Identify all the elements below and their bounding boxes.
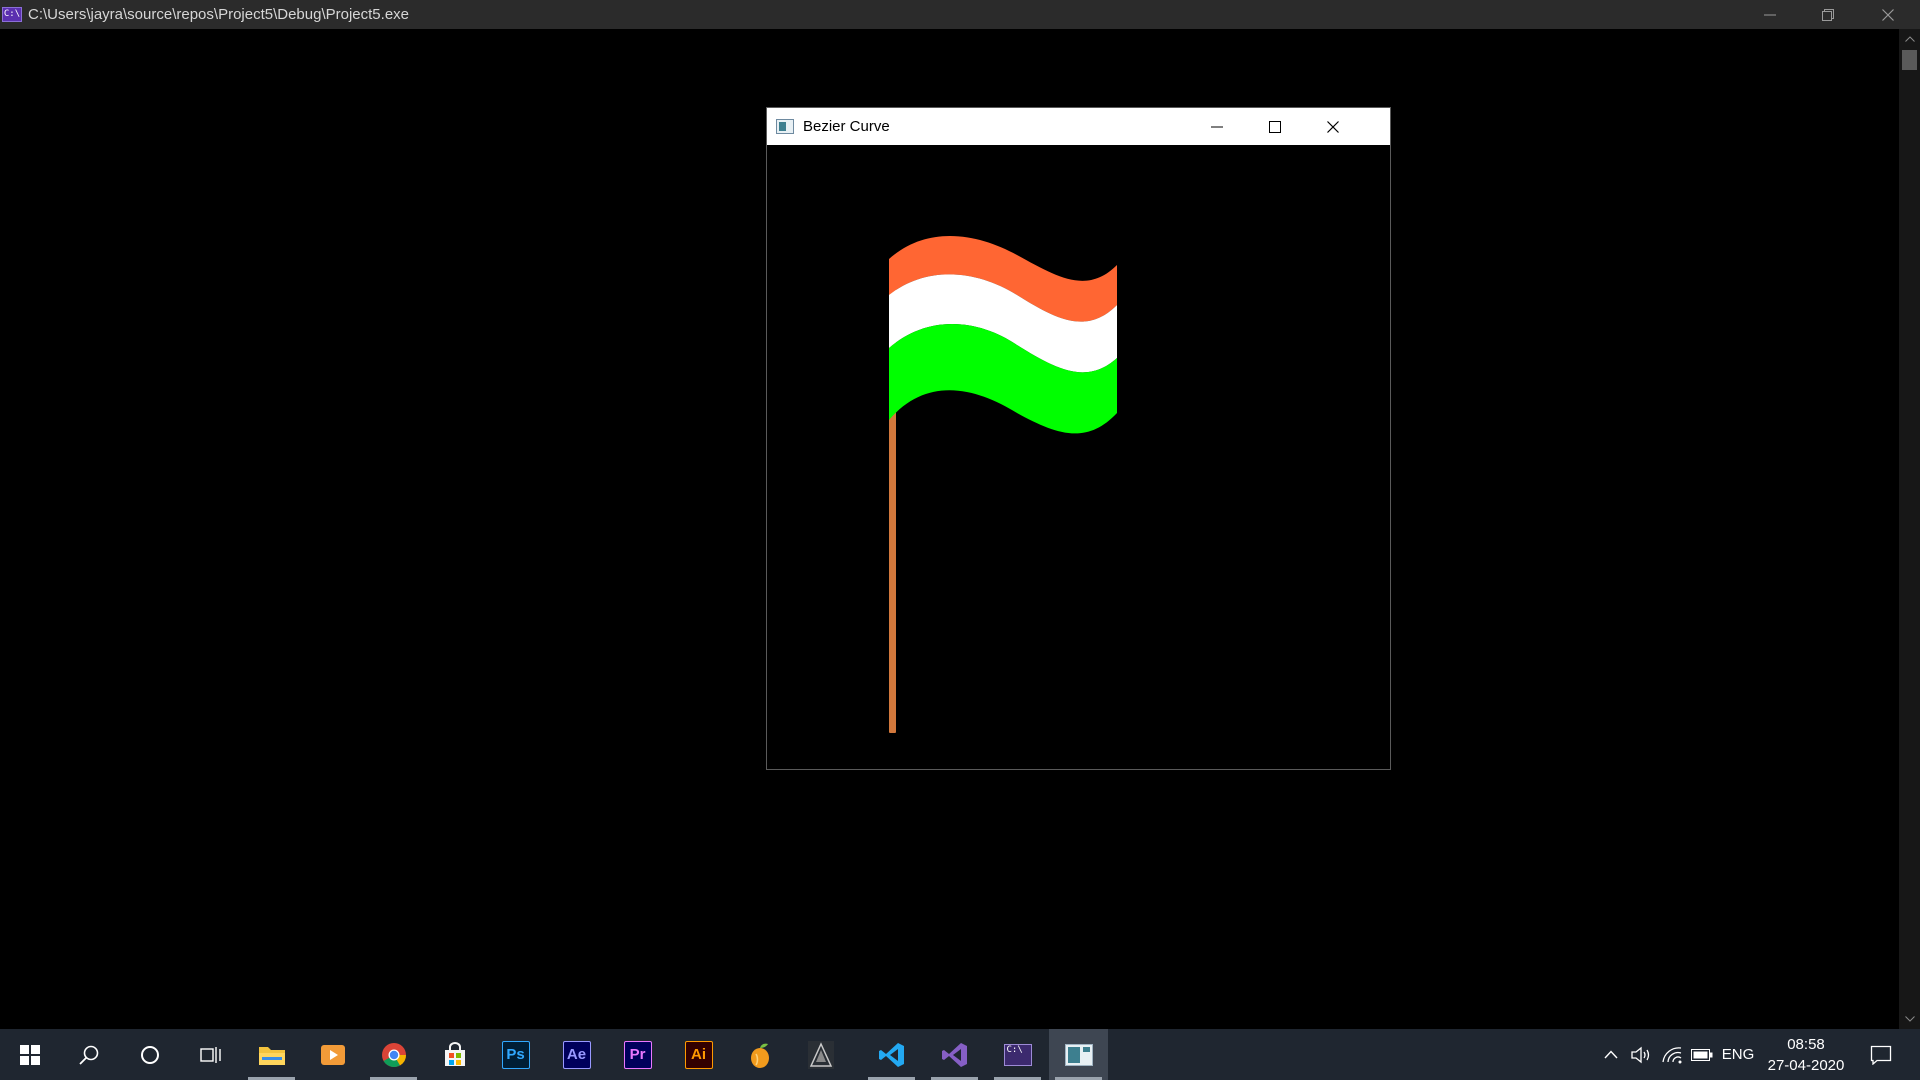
task-view-button[interactable] xyxy=(181,1029,240,1080)
bezier-title-bar[interactable]: Bezier Curve xyxy=(767,108,1390,145)
taskbar-app-visual-studio[interactable] xyxy=(925,1029,984,1080)
premiere-pro-icon: Pr xyxy=(623,1040,652,1069)
after-effects-icon: Ae xyxy=(562,1040,591,1069)
game-launcher-icon xyxy=(807,1040,834,1069)
clock-time: 08:58 xyxy=(1787,1036,1825,1053)
fruit-icon xyxy=(750,1043,769,1068)
minimize-button[interactable] xyxy=(1742,0,1798,29)
bezier-curve-window[interactable]: Bezier Curve xyxy=(766,107,1391,770)
flag-drawing xyxy=(889,235,1117,733)
battery-button[interactable] xyxy=(1688,1029,1716,1080)
vs-code-icon xyxy=(878,1042,904,1067)
cortana-icon xyxy=(140,1045,159,1064)
close-icon xyxy=(1327,120,1339,133)
app-window-icon xyxy=(1064,1043,1093,1066)
scroll-down-button[interactable] xyxy=(1899,1009,1920,1029)
task-view-icon xyxy=(199,1046,221,1063)
store-icon xyxy=(444,1041,465,1066)
close-button[interactable] xyxy=(1304,108,1362,145)
minimize-icon xyxy=(1211,126,1223,127)
restore-icon xyxy=(1822,8,1834,21)
app-window-icon xyxy=(776,119,794,134)
restore-button[interactable] xyxy=(1800,0,1856,29)
close-button[interactable] xyxy=(1860,0,1916,29)
taskbar-app-fl-studio[interactable] xyxy=(730,1029,789,1080)
minimize-icon xyxy=(1764,14,1776,15)
input-language-button[interactable]: ENG xyxy=(1718,1029,1758,1080)
taskbar-app-photoshop[interactable]: Ps xyxy=(486,1029,545,1080)
maximize-button[interactable] xyxy=(1246,108,1304,145)
show-hidden-icons-button[interactable] xyxy=(1599,1029,1623,1080)
action-center-button[interactable] xyxy=(1862,1029,1900,1080)
chrome-icon xyxy=(381,1042,406,1067)
bezier-window-title: Bezier Curve xyxy=(803,118,890,135)
taskbar-app-microsoft-store[interactable] xyxy=(425,1029,484,1080)
bezier-canvas xyxy=(767,145,1390,769)
taskbar-app-premiere-pro[interactable]: Pr xyxy=(608,1029,667,1080)
chevron-up-icon xyxy=(1604,1050,1618,1059)
illustrator-icon: Ai xyxy=(684,1040,713,1069)
windows-logo-icon xyxy=(19,1044,40,1065)
speaker-icon xyxy=(1631,1046,1650,1063)
scrollbar-thumb[interactable] xyxy=(1902,50,1917,70)
taskbar-app-after-effects[interactable]: Ae xyxy=(547,1029,606,1080)
notification-icon xyxy=(1870,1045,1892,1065)
taskbar-app-game-launcher[interactable] xyxy=(791,1029,850,1080)
network-button[interactable] xyxy=(1658,1029,1686,1080)
clock-date: 27-04-2020 xyxy=(1767,1057,1845,1074)
minimize-button[interactable] xyxy=(1188,108,1246,145)
console-app-icon: C:\ xyxy=(1003,1043,1032,1066)
media-player-icon xyxy=(320,1044,345,1065)
battery-icon xyxy=(1691,1048,1713,1061)
taskbar-app-vs-code[interactable] xyxy=(862,1029,921,1080)
maximize-icon xyxy=(1269,120,1281,133)
taskbar-app-file-explorer[interactable] xyxy=(242,1029,301,1080)
taskbar-app-illustrator[interactable]: Ai xyxy=(669,1029,728,1080)
vertical-scrollbar[interactable] xyxy=(1899,29,1920,1029)
search-button[interactable] xyxy=(59,1029,118,1080)
photoshop-icon: Ps xyxy=(501,1040,530,1069)
scroll-up-button[interactable] xyxy=(1899,29,1920,49)
console-app-icon: C:\ xyxy=(2,7,22,22)
taskbar-app-console[interactable]: C:\ xyxy=(988,1029,1047,1080)
visual-studio-icon xyxy=(941,1042,967,1067)
chevron-up-icon xyxy=(1904,36,1915,42)
search-icon xyxy=(78,1045,98,1065)
taskbar: Ps Ae Pr Ai C:\ ENG 08:58 27-04-2020 xyxy=(0,1029,1920,1080)
close-icon xyxy=(1882,8,1894,21)
start-button[interactable] xyxy=(0,1029,59,1080)
chevron-down-icon xyxy=(1904,1016,1915,1022)
taskbar-app-media-player[interactable] xyxy=(303,1029,362,1080)
taskbar-app-bezier[interactable] xyxy=(1049,1029,1108,1080)
volume-button[interactable] xyxy=(1627,1029,1655,1080)
wifi-icon xyxy=(1662,1046,1682,1063)
console-window-title: C:\Users\jayra\source\repos\Project5\Deb… xyxy=(28,6,410,23)
folder-icon xyxy=(258,1046,285,1065)
taskbar-app-chrome[interactable] xyxy=(364,1029,423,1080)
cortana-button[interactable] xyxy=(120,1029,179,1080)
clock-button[interactable]: 08:58 27-04-2020 xyxy=(1756,1034,1856,1076)
console-title-bar[interactable]: C:\ C:\Users\jayra\source\repos\Project5… xyxy=(0,0,1920,29)
